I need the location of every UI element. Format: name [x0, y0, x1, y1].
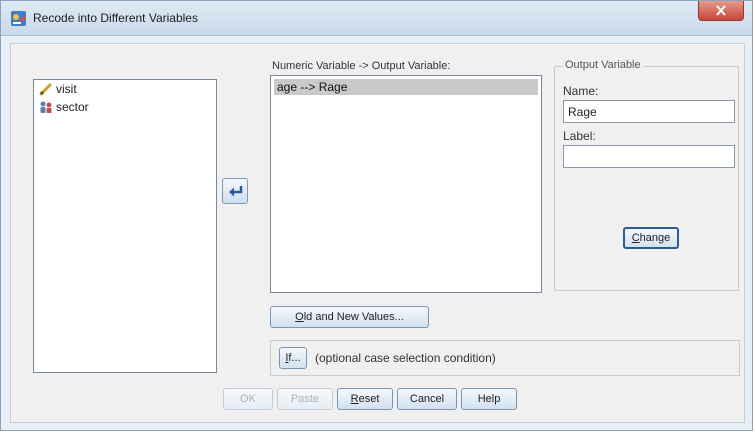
source-variable-list[interactable]: visit sector	[33, 79, 217, 373]
paste-button[interactable]: Paste	[277, 388, 333, 410]
target-list-label: Numeric Variable -> Output Variable:	[272, 60, 451, 72]
close-icon	[716, 5, 726, 16]
list-item-sector[interactable]: sector	[34, 98, 216, 116]
scale-ruler-icon	[39, 83, 52, 96]
cancel-button[interactable]: Cancel	[397, 388, 457, 410]
variable-name: visit	[56, 82, 77, 96]
label-field-label: Label:	[563, 129, 596, 143]
dialog-body: visit sector Numeric Variable -> Output …	[10, 43, 745, 423]
variable-name: sector	[56, 100, 89, 114]
old-and-new-values-button[interactable]: Old and New Values...	[270, 306, 429, 328]
title-bar[interactable]: Recode into Different Variables	[1, 1, 752, 36]
list-item-selected[interactable]: age --> Rage	[274, 79, 538, 95]
name-input[interactable]	[563, 100, 735, 123]
group-title: Output Variable	[563, 59, 643, 71]
if-caption: (optional case selection condition)	[315, 351, 496, 365]
numeric-output-variable-list[interactable]: age --> Rage	[270, 75, 542, 293]
arrow-left-icon	[229, 186, 243, 197]
output-variable-group: Output Variable Name: Label: Change	[554, 59, 739, 291]
recode-dialog-window: Recode into Different Variables visit se…	[0, 0, 753, 431]
close-button[interactable]	[698, 1, 744, 21]
help-button[interactable]: Help	[461, 388, 517, 410]
if-button[interactable]: If...	[279, 347, 307, 369]
nominal-people-icon	[40, 101, 52, 113]
change-button[interactable]: Change	[623, 227, 679, 249]
window-title: Recode into Different Variables	[33, 11, 198, 25]
ok-button[interactable]: OK	[223, 388, 273, 410]
list-item-visit[interactable]: visit	[34, 80, 216, 98]
reset-button[interactable]: Reset	[337, 388, 393, 410]
label-input[interactable]	[563, 145, 735, 168]
if-condition-group: If... (optional case selection condition…	[270, 340, 740, 376]
move-variable-button[interactable]	[222, 178, 248, 204]
recode-app-icon	[11, 11, 26, 26]
name-field-label: Name:	[563, 84, 599, 98]
